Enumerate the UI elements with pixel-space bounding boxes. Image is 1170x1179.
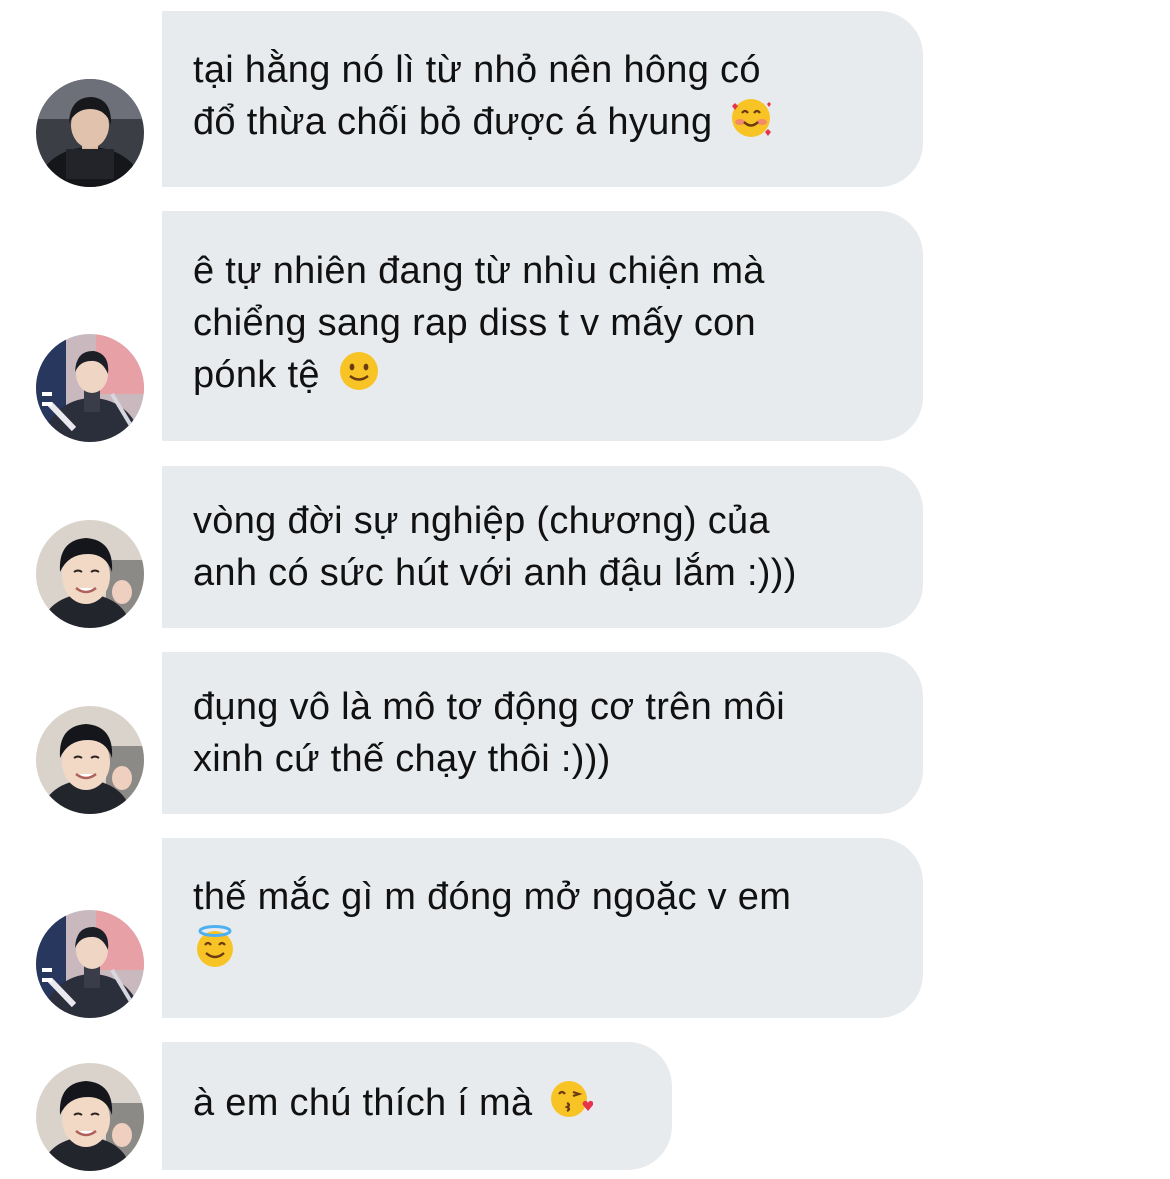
avatar[interactable] — [36, 706, 144, 814]
smiling-face-with-hearts-icon — [729, 96, 773, 154]
message-text: vòng đời sự nghiệp (chương) của anh có s… — [193, 500, 797, 594]
face-blowing-kiss-icon — [549, 1077, 594, 1135]
message-text: đụng vô là mô tơ động cơ trên môi xinh c… — [193, 686, 786, 780]
message-text: ê tự nhiên đang từ nhìu chiện mà chiểng … — [193, 245, 765, 407]
message-bubble[interactable]: thế mắc gì m đóng mở ngoặc v em — [162, 838, 923, 1018]
message-bubble[interactable]: vòng đời sự nghiệp (chương) của anh có s… — [162, 466, 923, 628]
message-bubble[interactable]: đụng vô là mô tơ động cơ trên môi xinh c… — [162, 652, 923, 814]
avatar-photo-smiling-boy-icon — [36, 1063, 144, 1171]
avatar-photo-dark-jacket-icon — [36, 79, 144, 187]
avatar[interactable] — [36, 79, 144, 187]
avatar-photo-smiling-boy-icon — [36, 706, 144, 814]
slightly-smiling-face-icon — [337, 349, 381, 407]
avatar[interactable] — [36, 520, 144, 628]
avatar-photo-award-trophy-icon — [36, 910, 144, 1018]
avatar[interactable] — [36, 1063, 144, 1171]
avatar[interactable] — [36, 334, 144, 442]
avatar[interactable] — [36, 910, 144, 1018]
message-bubble[interactable]: tại hằng nó lì từ nhỏ nên hông có đổ thừ… — [162, 11, 923, 187]
message-text: tại hằng nó lì từ nhỏ nên hông có đổ thừ… — [193, 44, 773, 154]
message-bubble[interactable]: à em chú thích í mà — [162, 1042, 672, 1170]
message-bubble[interactable]: ê tự nhiên đang từ nhìu chiện mà chiểng … — [162, 211, 923, 441]
smiling-face-with-halo-icon — [193, 923, 237, 985]
message-text: à em chú thích í mà — [193, 1077, 594, 1135]
avatar-photo-smiling-boy-icon — [36, 520, 144, 628]
avatar-photo-award-trophy-icon — [36, 334, 144, 442]
message-text: thế mắc gì m đóng mở ngoặc v em — [193, 871, 791, 985]
